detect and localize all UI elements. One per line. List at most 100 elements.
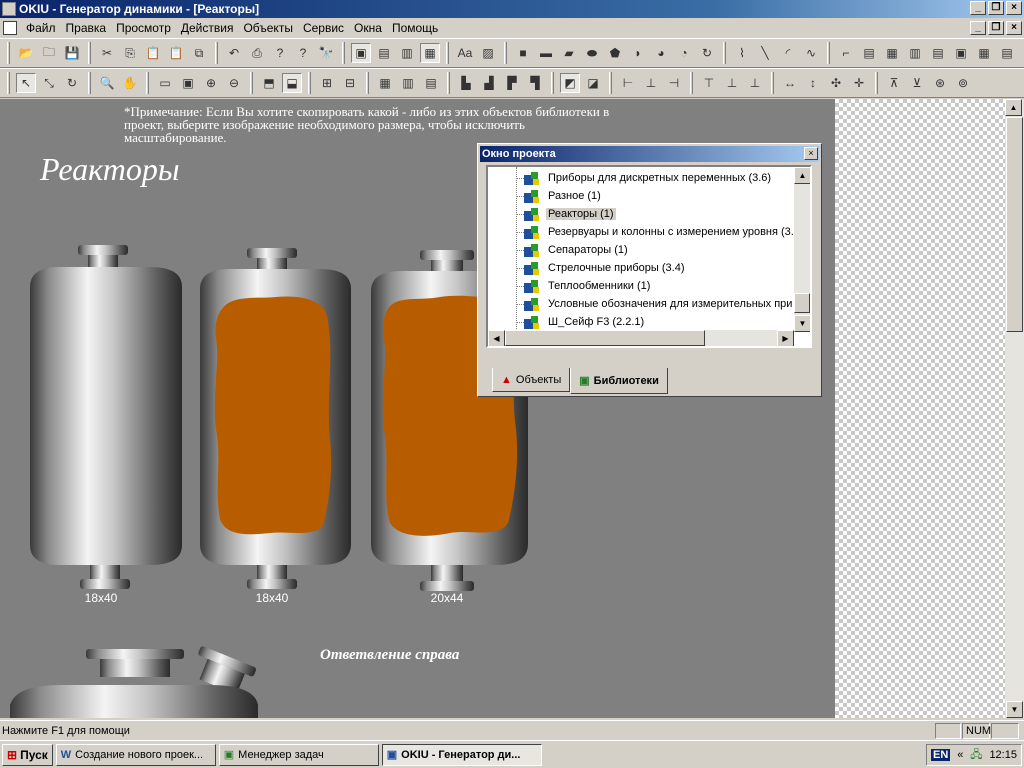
clock[interactable]: 12:15 [989,749,1017,761]
zoom-in-icon[interactable]: ⊕ [201,73,221,93]
tree-item[interactable]: Разное (1) [516,187,603,205]
bring-front-icon[interactable]: ⬒ [259,73,279,93]
align-top-icon[interactable]: ⊤ [699,73,719,93]
document-icon[interactable] [3,21,17,35]
tree-scroll-right-icon[interactable]: ▶ [777,330,794,346]
doc-close-button[interactable]: × [1006,21,1022,35]
rounded-rect-icon[interactable]: ▰ [559,43,579,63]
select-pointer-icon[interactable]: ↖ [16,73,36,93]
shape-left-icon[interactable]: ▙ [456,73,476,93]
open-folder-icon[interactable]: 🗀 [39,43,59,63]
snap-grid-icon[interactable]: ◩ [560,73,580,93]
zoom-window-icon[interactable]: ▣ [178,73,198,93]
zoom-page-icon[interactable]: ▭ [155,73,175,93]
tree-horizontal-scrollbar[interactable]: ◀ ▶ [488,330,794,346]
wide-rectangle-icon[interactable]: ▬ [536,43,556,63]
task-okiu[interactable]: ▣ OKIU - Генератор ди... [381,743,542,766]
align-left-icon[interactable]: ⊢ [618,73,638,93]
menu-actions[interactable]: Действия [176,21,239,35]
tree-item[interactable]: Реакторы (1) [516,205,616,223]
tree-item[interactable]: Сепараторы (1) [516,241,630,259]
grid-icon[interactable]: ▦ [882,43,902,63]
same-width-icon[interactable]: ↔ [780,73,800,93]
show-grid-icon[interactable]: ◪ [583,73,603,93]
refresh-icon[interactable]: ↻ [697,43,717,63]
tree-scroll-thumb[interactable] [794,293,810,313]
panel-icon[interactable]: ▦ [974,43,994,63]
form-icon[interactable]: ▣ [951,43,971,63]
tree-vertical-scrollbar[interactable]: ▲ ▼ [794,167,810,332]
tree-item[interactable]: Теплообменники (1) [516,277,652,295]
tree-item[interactable]: Условные обозначения для измерительных п… [516,295,794,313]
scroll-up-icon[interactable]: ▲ [1005,99,1022,116]
curve-icon[interactable]: ∿ [801,43,821,63]
window-layout-icon[interactable]: ▣ [351,43,371,63]
text-tool-icon[interactable]: Aa [455,43,475,63]
start-button[interactable]: ⊞ Пуск [2,743,53,766]
tree-scroll-up-icon[interactable]: ▲ [794,167,810,184]
menu-windows[interactable]: Окна [349,21,387,35]
tray-expand-icon[interactable]: « [957,749,963,761]
paste-special-icon[interactable]: 📋 [166,43,186,63]
tree-hscroll-thumb[interactable] [505,330,705,346]
line-icon[interactable]: ╲ [755,43,775,63]
zoom-icon[interactable]: 🔍 [97,73,117,93]
project-window-icon[interactable]: ▦ [420,43,440,63]
table-icon[interactable]: ▥ [905,43,925,63]
tree-scroll-left-icon[interactable]: ◀ [488,330,505,346]
menu-edit[interactable]: Правка [61,21,112,35]
duplicate-icon[interactable]: ⧉ [189,43,209,63]
network-icon[interactable]: 🖧 [970,746,982,765]
help-icon[interactable]: ? [270,43,290,63]
ungroup-icon[interactable]: ⊟ [340,73,360,93]
undo-icon[interactable]: ↶ [224,43,244,63]
rotate-left-icon[interactable]: ⊛ [930,73,950,93]
language-indicator[interactable]: EN [931,749,951,761]
scroll-down-icon[interactable]: ▼ [1006,701,1023,718]
menu-objects[interactable]: Объекты [238,21,298,35]
reactor-vessel-2[interactable] [200,248,351,589]
report-icon[interactable]: ▤ [997,43,1017,63]
pipe-icon[interactable]: ⌐ [836,43,856,63]
same-height-icon[interactable]: ↕ [803,73,823,93]
rectangle-icon[interactable]: ■ [513,43,533,63]
align-distribute-icon[interactable]: ▤ [421,73,441,93]
image-tool-icon[interactable]: ▨ [478,43,498,63]
align-table-icon[interactable]: ▥ [398,73,418,93]
find-icon[interactable]: 🔭 [316,43,336,63]
arc-icon[interactable]: ◜ [778,43,798,63]
tree-item[interactable]: Приборы для дискретных переменных (3.6) [516,169,773,187]
tab-objects[interactable]: ▲ Объекты [492,368,571,392]
menu-file[interactable]: Файл [21,21,61,35]
polygon-icon[interactable]: ⬟ [605,43,625,63]
reactor-vessel-branch[interactable] [10,646,258,718]
align-grid-icon[interactable]: ▦ [375,73,395,93]
doc-minimize-button[interactable]: _ [970,21,986,35]
hand-icon[interactable]: ✋ [120,73,140,93]
edit-points-icon[interactable]: ⤡ [39,73,59,93]
window-tile-icon[interactable]: ▤ [374,43,394,63]
save-icon[interactable]: 💾 [62,43,82,63]
shape-up-icon[interactable]: ▛ [502,73,522,93]
space-horizontal-icon[interactable]: ✛ [849,73,869,93]
trend-icon[interactable]: ▤ [859,43,879,63]
tab-libraries[interactable]: ▣ Библиотеки [570,368,668,394]
shape-right-icon[interactable]: ▟ [479,73,499,93]
pie-icon[interactable]: ◕ [651,43,671,63]
menu-help[interactable]: Помощь [387,21,443,35]
tree-scroll-down-icon[interactable]: ▼ [794,315,810,332]
flip-horizontal-icon[interactable]: ⊼ [884,73,904,93]
rotate-right-icon[interactable]: ⊚ [953,73,973,93]
arc-shape-icon[interactable]: ◔ [674,43,694,63]
list-icon[interactable]: ▤ [928,43,948,63]
context-help-icon[interactable]: ? [293,43,313,63]
align-middle-icon[interactable]: ⊥ [722,73,742,93]
scroll-thumb[interactable] [1006,117,1023,332]
reactor-vessel-1[interactable] [30,245,182,589]
shape-down-icon[interactable]: ▜ [525,73,545,93]
align-bottom-icon[interactable]: ⊥ [745,73,765,93]
chord-icon[interactable]: ◗ [628,43,648,63]
doc-restore-button[interactable]: ❐ [988,21,1004,35]
polyline-icon[interactable]: ⌇ [732,43,752,63]
paste-icon[interactable]: 📋 [143,43,163,63]
